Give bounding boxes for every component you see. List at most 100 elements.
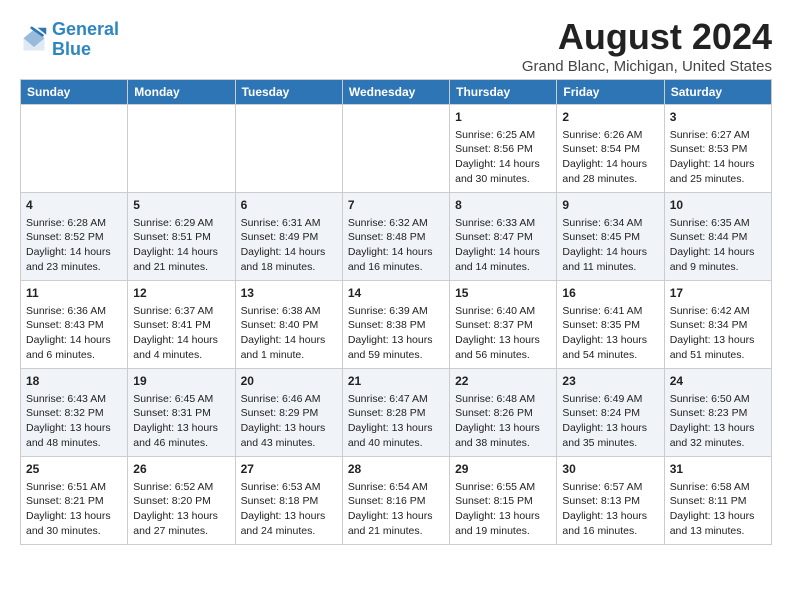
calendar-cell: 17 Sunrise: 6:42 AMSunset: 8:34 PMDayligh…	[664, 281, 771, 369]
day-content: Sunrise: 6:37 AMSunset: 8:41 PMDaylight:…	[133, 304, 229, 363]
calendar-cell: 14Sunrise: 6:39 AMSunset: 8:38 PMDayligh…	[342, 281, 449, 369]
calendar-cell: 19 Sunrise: 6:45 AMSunset: 8:31 PMDayligh…	[128, 369, 235, 457]
calendar-week-row: 18 Sunrise: 6:43 AMSunset: 8:32 PMDayligh…	[21, 369, 772, 457]
day-content: Sunrise: 6:32 AMSunset: 8:48 PMDaylight:…	[348, 216, 444, 275]
day-number: 27	[241, 461, 337, 478]
logo-icon	[20, 26, 48, 54]
day-content: Sunrise: 6:25 AMSunset: 8:56 PMDaylight:…	[455, 128, 551, 187]
calendar-week-row: 1 Sunrise: 6:25 AMSunset: 8:56 PMDaylight…	[21, 105, 772, 193]
day-content: Sunrise: 6:53 AMSunset: 8:18 PMDaylight:…	[241, 480, 337, 539]
calendar-cell: 12Sunrise: 6:37 AMSunset: 8:41 PMDayligh…	[128, 281, 235, 369]
day-content: Sunrise: 6:36 AMSunset: 8:43 PMDaylight:…	[26, 304, 122, 363]
day-number: 6	[241, 197, 337, 214]
calendar-cell: 29 Sunrise: 6:55 AMSunset: 8:15 PMDayligh…	[450, 457, 557, 545]
calendar-cell: 31 Sunrise: 6:58 AMSunset: 8:11 PMDayligh…	[664, 457, 771, 545]
day-number: 26	[133, 461, 229, 478]
title-section: August 2024 Grand Blanc, Michigan, Unite…	[522, 16, 772, 75]
calendar-cell: 18 Sunrise: 6:43 AMSunset: 8:32 PMDayligh…	[21, 369, 128, 457]
day-content: Sunrise: 6:55 AMSunset: 8:15 PMDaylight:…	[455, 480, 551, 539]
day-number: 4	[26, 197, 122, 214]
day-content: Sunrise: 6:38 AMSunset: 8:40 PMDaylight:…	[241, 304, 337, 363]
calendar-cell: 21 Sunrise: 6:47 AMSunset: 8:28 PMDayligh…	[342, 369, 449, 457]
calendar-table: SundayMondayTuesdayWednesdayThursdayFrid…	[20, 79, 772, 545]
day-number: 29	[455, 461, 551, 478]
header-thursday: Thursday	[450, 80, 557, 105]
day-number: 20	[241, 373, 337, 390]
day-number: 23	[562, 373, 658, 390]
calendar-cell: 7Sunrise: 6:32 AMSunset: 8:48 PMDaylight…	[342, 193, 449, 281]
day-number: 22	[455, 373, 551, 390]
day-number: 11	[26, 285, 122, 302]
day-number: 24	[670, 373, 766, 390]
day-number: 13	[241, 285, 337, 302]
calendar-cell: 23 Sunrise: 6:49 AMSunset: 8:24 PMDayligh…	[557, 369, 664, 457]
day-number: 16	[562, 285, 658, 302]
day-content: Sunrise: 6:42 AMSunset: 8:34 PMDaylight:…	[670, 304, 766, 363]
calendar-cell	[235, 105, 342, 193]
calendar-cell: 15 Sunrise: 6:40 AMSunset: 8:37 PMDayligh…	[450, 281, 557, 369]
calendar-cell: 26Sunrise: 6:52 AMSunset: 8:20 PMDayligh…	[128, 457, 235, 545]
calendar-cell: 6 Sunrise: 6:31 AMSunset: 8:49 PMDaylight…	[235, 193, 342, 281]
day-content: Sunrise: 6:54 AMSunset: 8:16 PMDaylight:…	[348, 480, 444, 539]
header-friday: Friday	[557, 80, 664, 105]
day-content: Sunrise: 6:27 AMSunset: 8:53 PMDaylight:…	[670, 128, 766, 187]
calendar-header-row: SundayMondayTuesdayWednesdayThursdayFrid…	[21, 80, 772, 105]
day-number: 3	[670, 109, 766, 126]
day-content: Sunrise: 6:43 AMSunset: 8:32 PMDaylight:…	[26, 392, 122, 451]
subtitle: Grand Blanc, Michigan, United States	[522, 58, 772, 75]
header-monday: Monday	[128, 80, 235, 105]
calendar-cell: 13 Sunrise: 6:38 AMSunset: 8:40 PMDayligh…	[235, 281, 342, 369]
day-number: 25	[26, 461, 122, 478]
day-content: Sunrise: 6:31 AMSunset: 8:49 PMDaylight:…	[241, 216, 337, 275]
calendar-cell	[342, 105, 449, 193]
calendar-cell: 10Sunrise: 6:35 AMSunset: 8:44 PMDayligh…	[664, 193, 771, 281]
calendar-week-row: 4Sunrise: 6:28 AMSunset: 8:52 PMDaylight…	[21, 193, 772, 281]
calendar-cell	[128, 105, 235, 193]
header-sunday: Sunday	[21, 80, 128, 105]
header-saturday: Saturday	[664, 80, 771, 105]
day-content: Sunrise: 6:33 AMSunset: 8:47 PMDaylight:…	[455, 216, 551, 275]
day-number: 2	[562, 109, 658, 126]
calendar-week-row: 11 Sunrise: 6:36 AMSunset: 8:43 PMDayligh…	[21, 281, 772, 369]
day-content: Sunrise: 6:49 AMSunset: 8:24 PMDaylight:…	[562, 392, 658, 451]
calendar-cell: 30 Sunrise: 6:57 AMSunset: 8:13 PMDayligh…	[557, 457, 664, 545]
day-content: Sunrise: 6:48 AMSunset: 8:26 PMDaylight:…	[455, 392, 551, 451]
calendar-cell: 3 Sunrise: 6:27 AMSunset: 8:53 PMDaylight…	[664, 105, 771, 193]
calendar-cell: 25 Sunrise: 6:51 AMSunset: 8:21 PMDayligh…	[21, 457, 128, 545]
calendar-week-row: 25 Sunrise: 6:51 AMSunset: 8:21 PMDayligh…	[21, 457, 772, 545]
day-number: 28	[348, 461, 444, 478]
page-header: General Blue August 2024 Grand Blanc, Mi…	[20, 16, 772, 75]
main-title: August 2024	[522, 16, 772, 58]
calendar-cell: 20Sunrise: 6:46 AMSunset: 8:29 PMDayligh…	[235, 369, 342, 457]
day-number: 8	[455, 197, 551, 214]
day-content: Sunrise: 6:45 AMSunset: 8:31 PMDaylight:…	[133, 392, 229, 451]
day-content: Sunrise: 6:34 AMSunset: 8:45 PMDaylight:…	[562, 216, 658, 275]
logo: General Blue	[20, 20, 119, 60]
calendar-cell: 28 Sunrise: 6:54 AMSunset: 8:16 PMDayligh…	[342, 457, 449, 545]
day-content: Sunrise: 6:50 AMSunset: 8:23 PMDaylight:…	[670, 392, 766, 451]
logo-text: General Blue	[52, 20, 119, 60]
calendar-cell: 9Sunrise: 6:34 AMSunset: 8:45 PMDaylight…	[557, 193, 664, 281]
header-wednesday: Wednesday	[342, 80, 449, 105]
calendar-cell	[21, 105, 128, 193]
day-number: 19	[133, 373, 229, 390]
day-content: Sunrise: 6:40 AMSunset: 8:37 PMDaylight:…	[455, 304, 551, 363]
calendar-cell: 11 Sunrise: 6:36 AMSunset: 8:43 PMDayligh…	[21, 281, 128, 369]
day-number: 21	[348, 373, 444, 390]
day-content: Sunrise: 6:47 AMSunset: 8:28 PMDaylight:…	[348, 392, 444, 451]
calendar-cell: 16Sunrise: 6:41 AMSunset: 8:35 PMDayligh…	[557, 281, 664, 369]
day-content: Sunrise: 6:26 AMSunset: 8:54 PMDaylight:…	[562, 128, 658, 187]
day-number: 15	[455, 285, 551, 302]
header-tuesday: Tuesday	[235, 80, 342, 105]
day-number: 30	[562, 461, 658, 478]
day-number: 31	[670, 461, 766, 478]
day-number: 18	[26, 373, 122, 390]
day-content: Sunrise: 6:58 AMSunset: 8:11 PMDaylight:…	[670, 480, 766, 539]
day-content: Sunrise: 6:57 AMSunset: 8:13 PMDaylight:…	[562, 480, 658, 539]
day-content: Sunrise: 6:51 AMSunset: 8:21 PMDaylight:…	[26, 480, 122, 539]
day-number: 17	[670, 285, 766, 302]
day-number: 14	[348, 285, 444, 302]
day-number: 1	[455, 109, 551, 126]
day-content: Sunrise: 6:35 AMSunset: 8:44 PMDaylight:…	[670, 216, 766, 275]
calendar-cell: 24 Sunrise: 6:50 AMSunset: 8:23 PMDayligh…	[664, 369, 771, 457]
